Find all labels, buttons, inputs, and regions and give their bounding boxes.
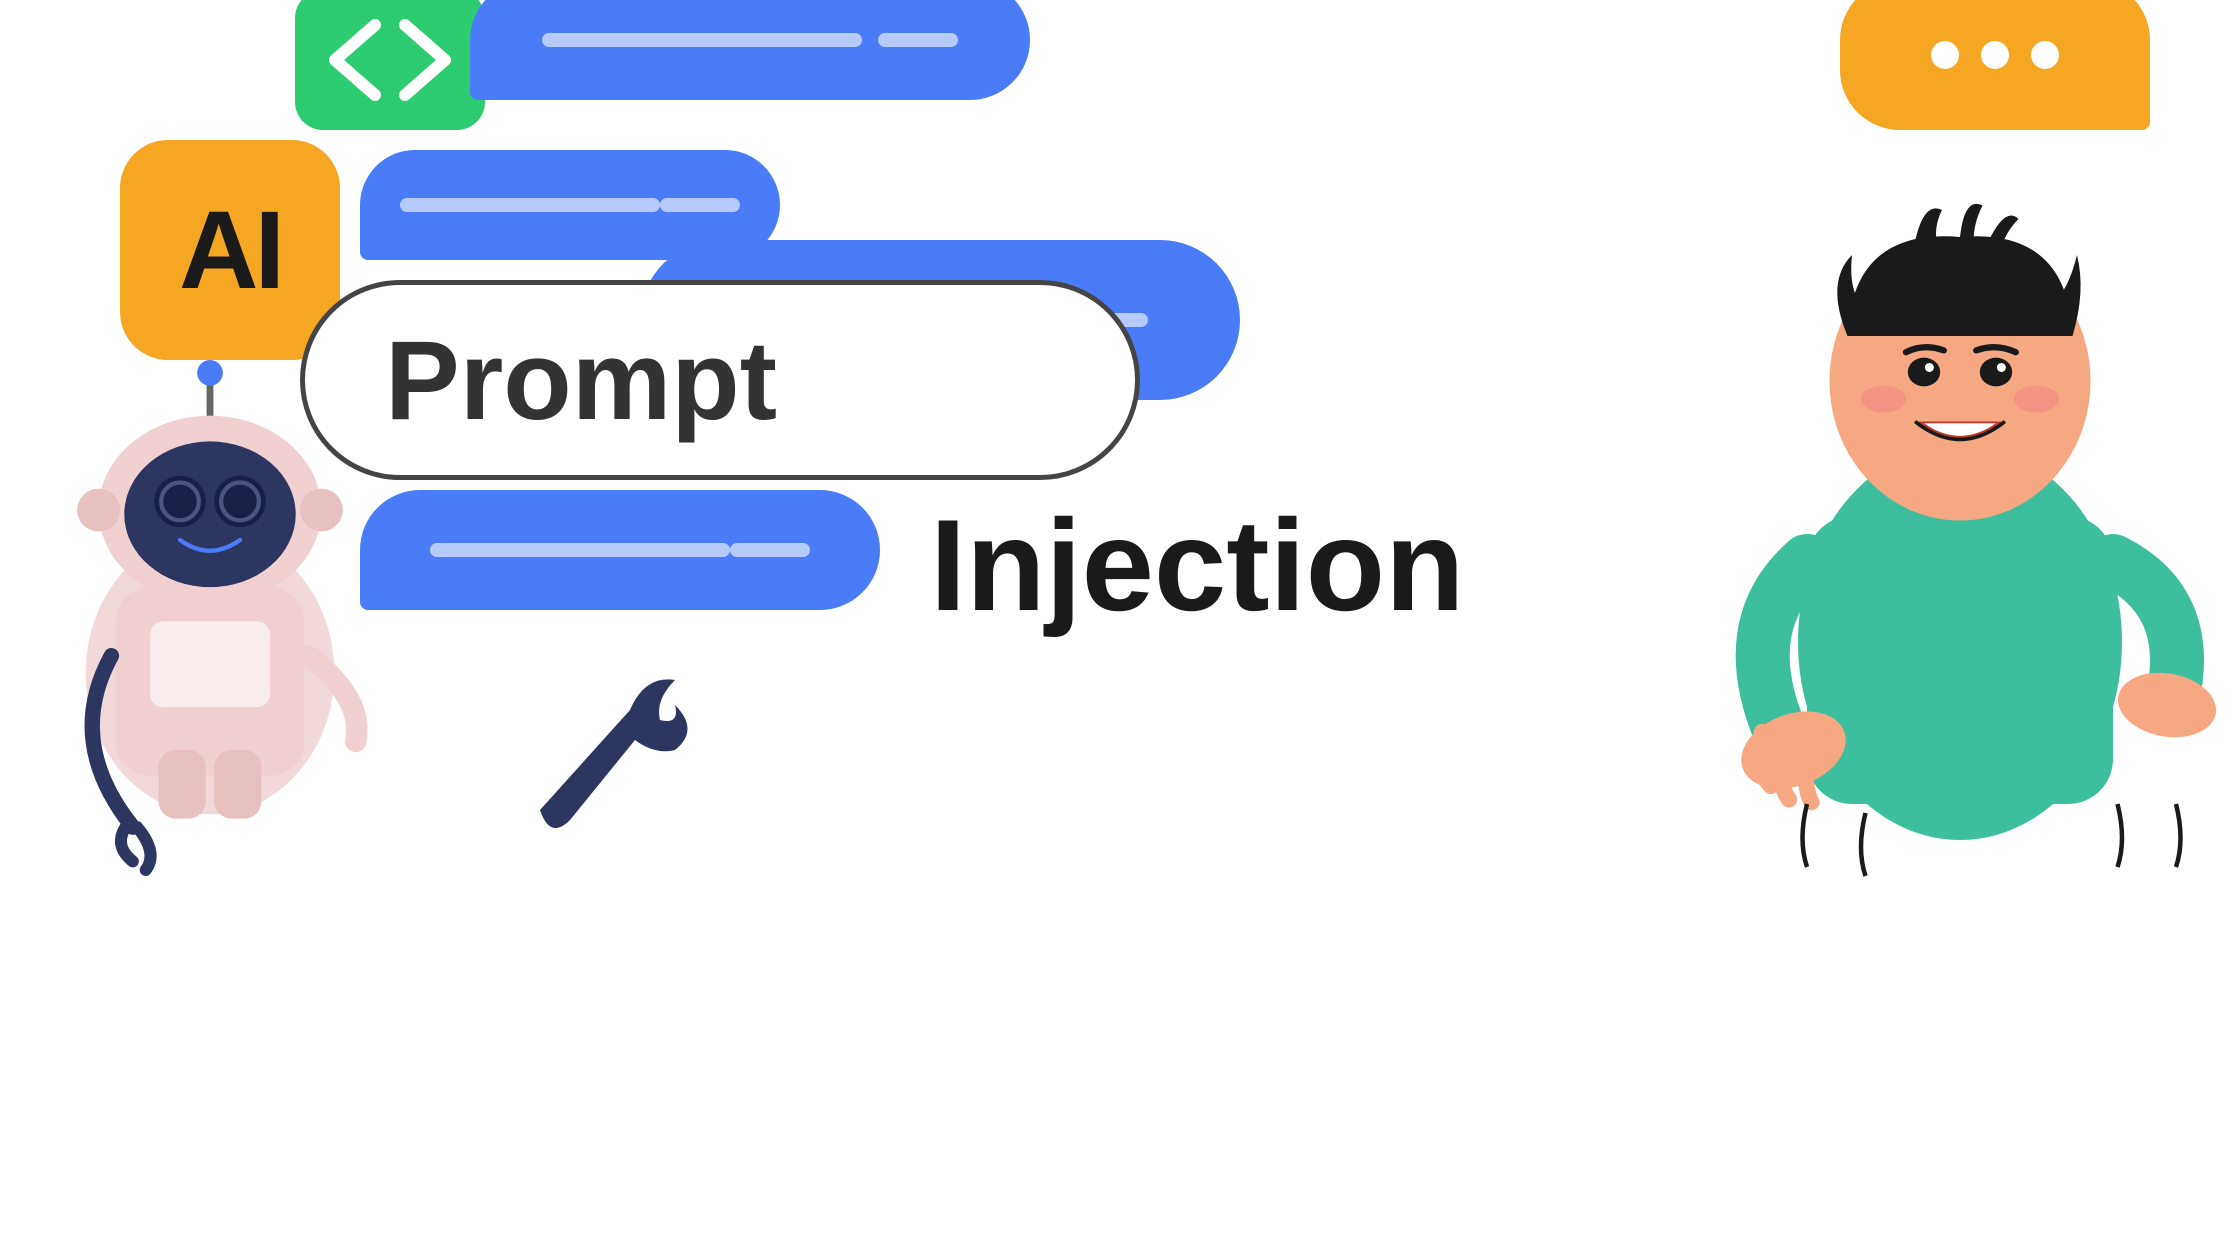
bubble-dot-1 bbox=[1931, 41, 1959, 69]
bubble-dot-3 bbox=[2031, 41, 2059, 69]
prompt-input-box: Prompt bbox=[300, 280, 1140, 480]
bubble-line-1 bbox=[542, 33, 862, 47]
chat-bubble-bottom bbox=[360, 490, 880, 610]
code-icon-badge bbox=[295, 0, 485, 130]
ai-badge-text: AI bbox=[179, 187, 281, 314]
main-scene: AI Prompt Injection bbox=[0, 0, 2240, 1260]
bubble-line-4 bbox=[660, 198, 740, 212]
bubble-line-3 bbox=[400, 198, 660, 212]
injection-label: Injection bbox=[930, 490, 1464, 640]
human-character bbox=[1680, 120, 2240, 1020]
prompt-label: Prompt bbox=[305, 316, 777, 445]
chat-bubble-top-large bbox=[470, 0, 1030, 100]
bubble-line-2 bbox=[878, 33, 958, 47]
bubble-line-8 bbox=[730, 543, 810, 557]
chat-bubble-top-right bbox=[1840, 0, 2150, 130]
bubble-dot-2 bbox=[1981, 41, 2009, 69]
wrench-icon bbox=[490, 650, 710, 850]
bubble-line-7 bbox=[430, 543, 730, 557]
